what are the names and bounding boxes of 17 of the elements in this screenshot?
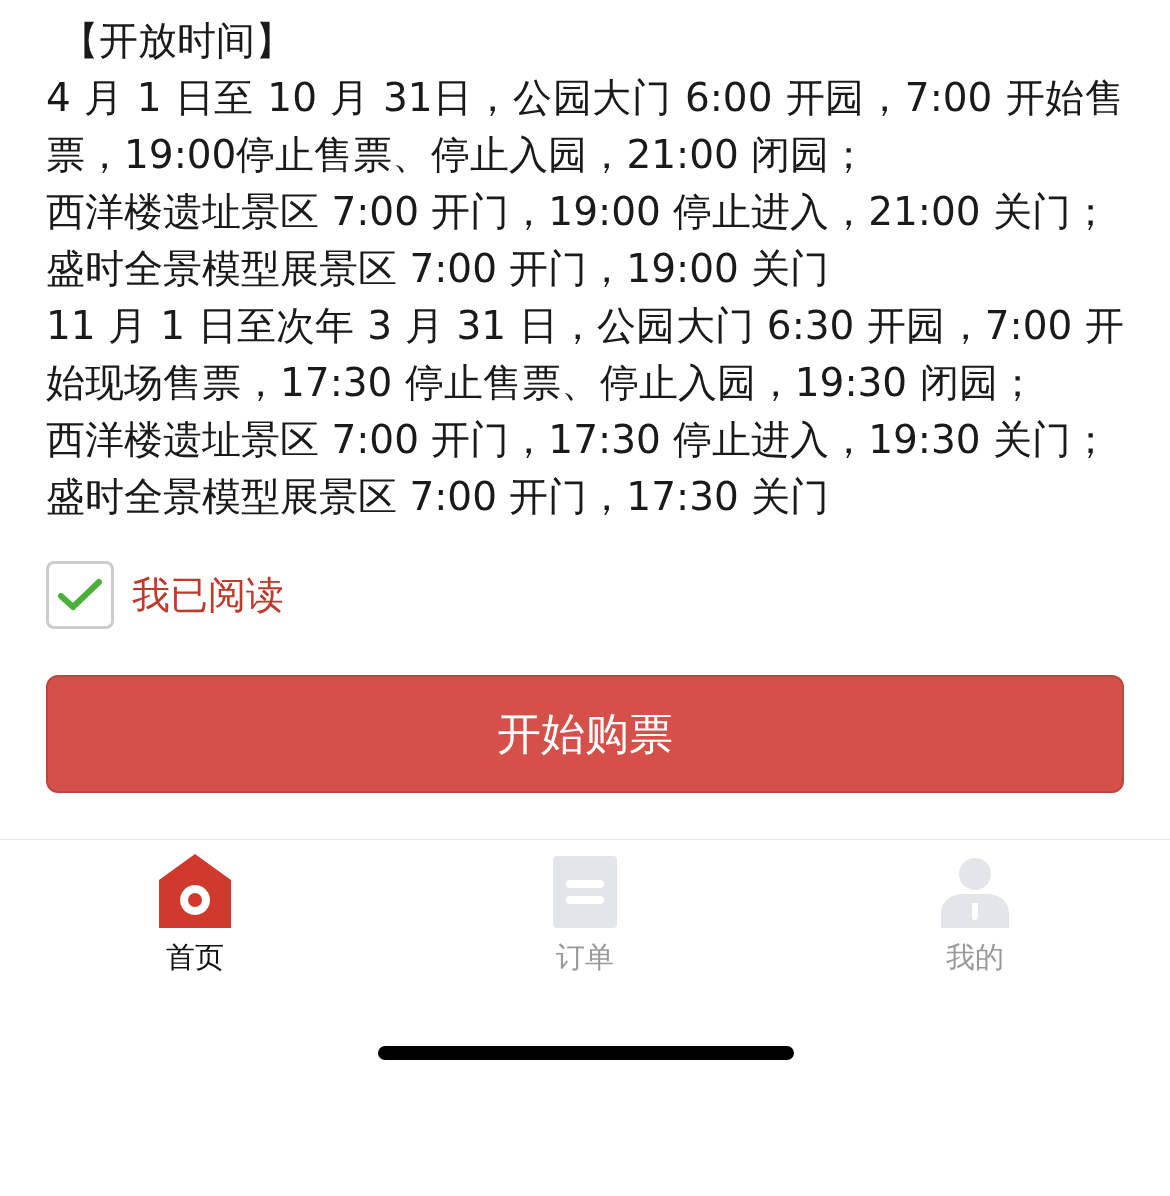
- hours-paragraph: 西洋楼遗址景区 7:00 开门，17:30 停止进入，19:30 关门；: [46, 416, 1111, 464]
- hours-paragraph: 4 月 1 日至 10 月 31日，公园大门 6:00 开园，7:00 开始售票，19:00停止售票、停止入园，21:00 闭园；: [46, 74, 1124, 179]
- tab-item[interactable]: 订单: [390, 840, 780, 979]
- hours-paragraph: 11 月 1 日至次年 3 月 31 日，公园大门 6:30 开园，7:00 开始现场售票，17:30 停止售票、停止入园，19:30 闭园；: [46, 302, 1124, 407]
- hours-paragraph: 盛时全景模型展景区 7:00 开门，17:30 关门: [46, 473, 831, 521]
- hours-paragraph: 盛时全景模型展景区 7:00 开门，19:00 关门: [46, 245, 831, 293]
- person-icon: [941, 858, 1009, 928]
- section-heading: 【开放时间】: [60, 17, 295, 65]
- tab-item[interactable]: 首页: [0, 840, 390, 979]
- document-icon: [553, 856, 617, 928]
- checkmark-icon: [57, 578, 103, 612]
- agree-label: 我已阅读: [132, 571, 284, 619]
- buy-ticket-button[interactable]: 开始购票: [46, 675, 1124, 793]
- hours-paragraph: 西洋楼遗址景区 7:00 开门，19:00 停止进入，21:00 关门；: [46, 188, 1111, 236]
- agree-checkbox[interactable]: [46, 561, 114, 629]
- home-icon: [159, 854, 231, 928]
- tab-item[interactable]: 我的: [780, 840, 1170, 979]
